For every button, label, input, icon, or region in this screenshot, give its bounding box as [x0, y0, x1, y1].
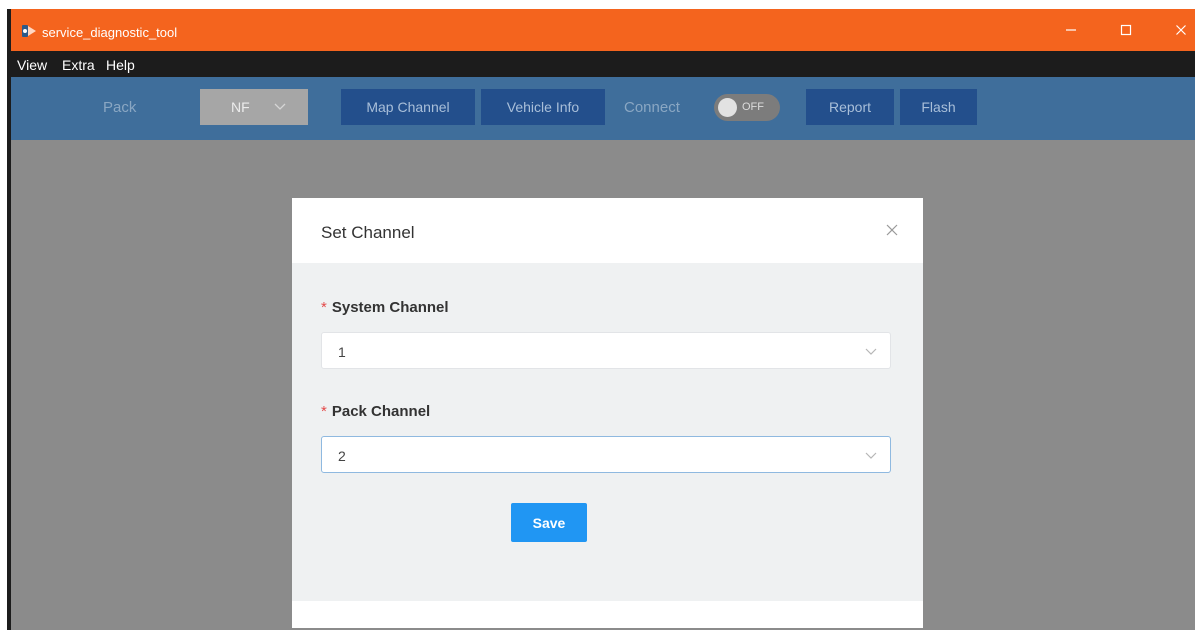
- close-icon: [886, 224, 898, 236]
- vehicle-info-button[interactable]: Vehicle Info: [481, 89, 605, 125]
- pack-channel-label: * Pack Channel: [321, 403, 431, 420]
- toolbar: Pack NF Map Channel Vehicle Info Connect…: [11, 77, 1195, 140]
- required-asterisk: *: [321, 299, 327, 316]
- maximize-icon: [1120, 24, 1132, 36]
- dialog-close-button[interactable]: [882, 220, 902, 240]
- close-icon: [1176, 25, 1186, 35]
- connect-toggle[interactable]: OFF: [714, 94, 780, 121]
- system-channel-value: 1: [338, 344, 346, 360]
- dialog-header: Set Channel: [292, 198, 923, 263]
- connect-toggle-state: OFF: [742, 101, 764, 113]
- map-channel-button[interactable]: Map Channel: [341, 89, 475, 125]
- pack-select[interactable]: NF: [200, 89, 308, 125]
- pack-select-value: NF: [231, 99, 250, 115]
- minimize-button[interactable]: [1056, 18, 1086, 42]
- dialog-footer: [292, 601, 923, 628]
- menu-help[interactable]: Help: [106, 57, 135, 73]
- app-logo-icon: [22, 25, 36, 37]
- close-window-button[interactable]: [1166, 18, 1195, 42]
- system-channel-select[interactable]: 1: [321, 332, 891, 369]
- dialog-title: Set Channel: [321, 223, 415, 242]
- minimize-icon: [1066, 29, 1076, 31]
- chevron-down-icon: [865, 348, 877, 355]
- connect-label: Connect: [624, 99, 680, 116]
- save-button[interactable]: Save: [511, 503, 587, 542]
- menu-extra[interactable]: Extra: [62, 57, 95, 73]
- chevron-down-icon: [865, 452, 877, 459]
- menu-bar: View Extra Help: [11, 51, 1195, 77]
- chevron-down-icon: [274, 103, 286, 110]
- system-channel-label: * System Channel: [321, 299, 449, 316]
- pack-channel-value: 2: [338, 448, 346, 464]
- window-title: service_diagnostic_tool: [42, 25, 178, 40]
- title-bar: service_diagnostic_tool: [11, 9, 1195, 51]
- toggle-knob: [718, 98, 737, 117]
- pack-label: Pack: [103, 99, 137, 116]
- set-channel-dialog: Set Channel * System Channel 1 * Pack Chan…: [292, 198, 923, 628]
- report-button[interactable]: Report: [806, 89, 894, 125]
- pack-channel-select[interactable]: 2: [321, 436, 891, 473]
- flash-button[interactable]: Flash: [900, 89, 977, 125]
- menu-view[interactable]: View: [17, 57, 47, 73]
- maximize-button[interactable]: [1111, 18, 1141, 42]
- required-asterisk: *: [321, 403, 327, 420]
- app-window: service_diagnostic_tool View Extra Help …: [7, 9, 1195, 630]
